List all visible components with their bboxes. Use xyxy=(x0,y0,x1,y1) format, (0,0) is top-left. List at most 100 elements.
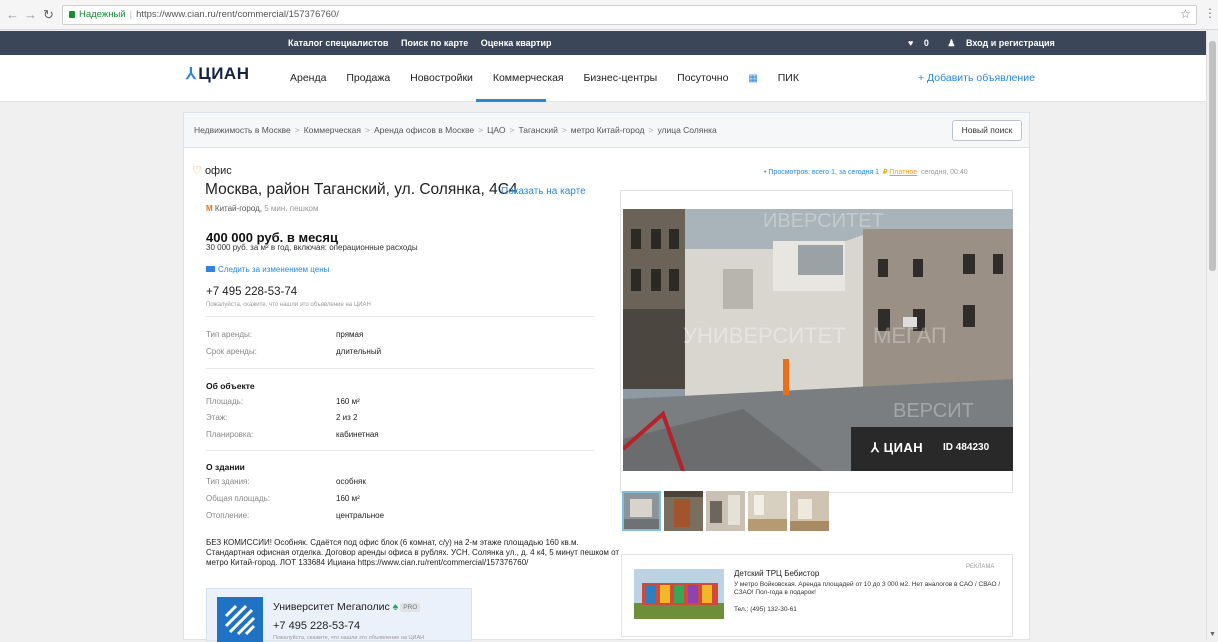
forward-icon[interactable]: → xyxy=(24,7,37,22)
divider xyxy=(206,316,594,317)
metro-icon: M xyxy=(206,204,213,213)
user-icon: ♟ xyxy=(947,38,956,48)
thumbnail[interactable] xyxy=(664,491,703,531)
nav-sale[interactable]: Продажа xyxy=(346,72,390,84)
breadcrumb-item[interactable]: Недвижимость в Москве xyxy=(194,125,291,135)
photo-watermark-badge: ⅄ ЦИАН ID 484230 xyxy=(851,427,1013,471)
agent-logo-icon xyxy=(224,604,256,636)
breadcrumb-item[interactable]: Таганский xyxy=(518,125,557,135)
ruble-icon: ₽ xyxy=(882,169,888,176)
nav-pik[interactable]: ▦ ПИК xyxy=(748,72,816,84)
page-scrollbar[interactable]: ▼ xyxy=(1206,31,1218,640)
thumbnail[interactable] xyxy=(790,491,829,531)
reload-icon[interactable]: ↻ xyxy=(43,7,54,23)
thumbnail[interactable] xyxy=(706,491,745,531)
thumbnail[interactable] xyxy=(622,491,661,531)
section-title-building: О здании xyxy=(206,462,245,472)
logo-text: ЦИАН xyxy=(198,64,250,83)
param-key: Срок аренды: xyxy=(206,347,257,356)
top-link-specialists[interactable]: Каталог специалистов xyxy=(288,38,388,48)
reputation-icon: ♠ xyxy=(392,601,399,613)
new-search-button[interactable]: Новый поиск xyxy=(952,120,1022,141)
show-on-map-link[interactable]: Показать на карте xyxy=(501,186,586,197)
svg-text:ИВЕРСИТЕТ: ИВЕРСИТЕТ xyxy=(763,210,884,232)
offer-card: ♡ офис Москва, район Таганский, ул. Соля… xyxy=(183,147,1030,642)
param-value: 2 из 2 xyxy=(336,413,358,422)
divider xyxy=(206,368,594,369)
param-value: кабинетная xyxy=(336,430,379,439)
top-bar: Каталог специалистов Поиск по карте Оцен… xyxy=(0,31,1206,55)
breadcrumb-item[interactable]: метро Китай-город xyxy=(571,125,645,135)
offer-description: БЕЗ КОМИССИИ! Особняк. Сдаётся под офис … xyxy=(206,538,620,567)
top-links: Каталог специалистов Поиск по карте Оцен… xyxy=(288,38,561,48)
favorites[interactable]: ♥ 0 xyxy=(908,38,937,48)
agent-card: Университет Мегаполис ♠ PRO +7 495 228-53… xyxy=(206,588,472,642)
back-icon[interactable]: ← xyxy=(6,7,19,22)
thumbnail-image xyxy=(664,491,703,531)
breadcrumb-item[interactable]: улица Солянка xyxy=(657,125,716,135)
login-label: Вход и регистрация xyxy=(965,38,1055,48)
param-value: 160 м² xyxy=(336,397,360,406)
param-key: Тип здания: xyxy=(206,477,250,486)
offer-type-label: офис xyxy=(204,165,232,177)
breadcrumb-bar: Недвижимость в Москве > Коммерческая > Аренд… xyxy=(183,112,1030,147)
nav-rent[interactable]: Аренда xyxy=(290,72,326,84)
views-count[interactable]: • Просмотров: всего 1, за сегодня 1 xyxy=(764,169,879,176)
scrollbar-thumb[interactable] xyxy=(1209,41,1216,271)
param-value: прямая xyxy=(336,330,364,339)
agent-phone-hint: Пожалуйста, скажите, что нашли это объяв… xyxy=(273,635,425,641)
param-key: Тип аренды: xyxy=(206,330,252,339)
address-bar[interactable]: Надежный | https://www.cian.ru/rent/commer… xyxy=(62,5,1197,25)
ad-image[interactable] xyxy=(634,569,724,619)
metro-walk-time: 5 мин. пешком xyxy=(264,204,319,213)
follow-price-label: Следить за изменением цены xyxy=(218,265,330,274)
breadcrumb-item[interactable]: ЦАО xyxy=(487,125,505,135)
breadcrumb-item[interactable]: Коммерческая xyxy=(304,125,361,135)
param-key: Площадь: xyxy=(206,397,244,406)
follow-price-link[interactable]: Следить за изменением цены xyxy=(206,265,329,274)
cian-logo-icon: ⅄ xyxy=(186,66,197,83)
agent-logo[interactable] xyxy=(217,597,263,642)
metro-station[interactable]: Китай-город, xyxy=(215,204,262,213)
favorite-heart-icon[interactable]: ♡ xyxy=(192,165,202,177)
contact-phone[interactable]: +7 495 228-53-74 xyxy=(206,286,297,298)
section-title-object: Об объекте xyxy=(206,381,255,391)
ad-title[interactable]: Детский ТРЦ Бебистор xyxy=(734,569,819,578)
nav-daily[interactable]: Посуточно xyxy=(677,72,728,84)
nav-business-centers[interactable]: Бизнес-центры xyxy=(584,72,658,84)
thumbnail[interactable] xyxy=(748,491,787,531)
offer-type: ♡ офис xyxy=(192,164,232,177)
breadcrumb-item[interactable]: Аренда офисов в Москве xyxy=(374,125,474,135)
nav-commercial[interactable]: Коммерческая xyxy=(493,72,564,84)
login-link[interactable]: ♟ Вход и регистрация xyxy=(947,38,1062,48)
pik-icon: ▦ xyxy=(748,73,758,84)
advertisement-block[interactable]: РЕКЛАМА Детский ТРЦ Бебистор У метро Вой… xyxy=(621,554,1013,637)
menu-dots-icon[interactable]: ⋮ xyxy=(1204,6,1216,20)
nav-new-buildings[interactable]: Новостройки xyxy=(410,72,473,84)
add-listing-link[interactable]: + Добавить объявление xyxy=(918,72,1035,84)
ad-label: РЕКЛАМА xyxy=(966,564,995,570)
envelope-icon xyxy=(206,266,215,272)
url-text: https://www.cian.ru/rent/commercial/1573… xyxy=(136,9,339,20)
thumbnail-image xyxy=(624,493,659,529)
param-key: Общая площадь: xyxy=(206,494,271,503)
agent-name[interactable]: Университет Мегаполис ♠ PRO xyxy=(273,601,421,613)
cian-logo[interactable]: ⅄ ЦИАН xyxy=(186,64,249,84)
favorites-count: 0 xyxy=(923,38,929,48)
main-photo[interactable]: УНИВЕРСИТЕТ МЕГАП ИВЕРСИТЕТ ВЕРСИТ ⅄ ЦИА… xyxy=(623,209,1013,471)
photo-gallery: УНИВЕРСИТЕТ МЕГАП ИВЕРСИТЕТ ВЕРСИТ ⅄ ЦИА… xyxy=(620,190,1013,493)
paid-badge[interactable]: Платное xyxy=(889,169,917,176)
top-link-map-search[interactable]: Поиск по карте xyxy=(401,38,468,48)
heart-icon: ♥ xyxy=(908,38,914,48)
price-details: 30 000 руб. за м² в год, включая: операц… xyxy=(206,243,418,252)
photo-badge-logo: ⅄ ЦИАН xyxy=(871,440,923,456)
agent-phone[interactable]: +7 495 228-53-74 xyxy=(273,620,360,632)
pro-badge: PRO xyxy=(400,603,421,612)
svg-text:ВЕРСИТ: ВЕРСИТ xyxy=(893,400,974,422)
scroll-down-arrow-icon[interactable]: ▼ xyxy=(1209,631,1216,638)
top-link-evaluation[interactable]: Оценка квартир xyxy=(481,38,552,48)
bookmark-star-icon[interactable]: ☆ xyxy=(1180,7,1191,21)
photo-badge-logo-text: ЦИАН xyxy=(883,440,924,455)
pik-label: ПИК xyxy=(777,72,799,84)
site-header: ⅄ ЦИАН Аренда Продажа Новостройки Коммерч… xyxy=(0,55,1206,102)
